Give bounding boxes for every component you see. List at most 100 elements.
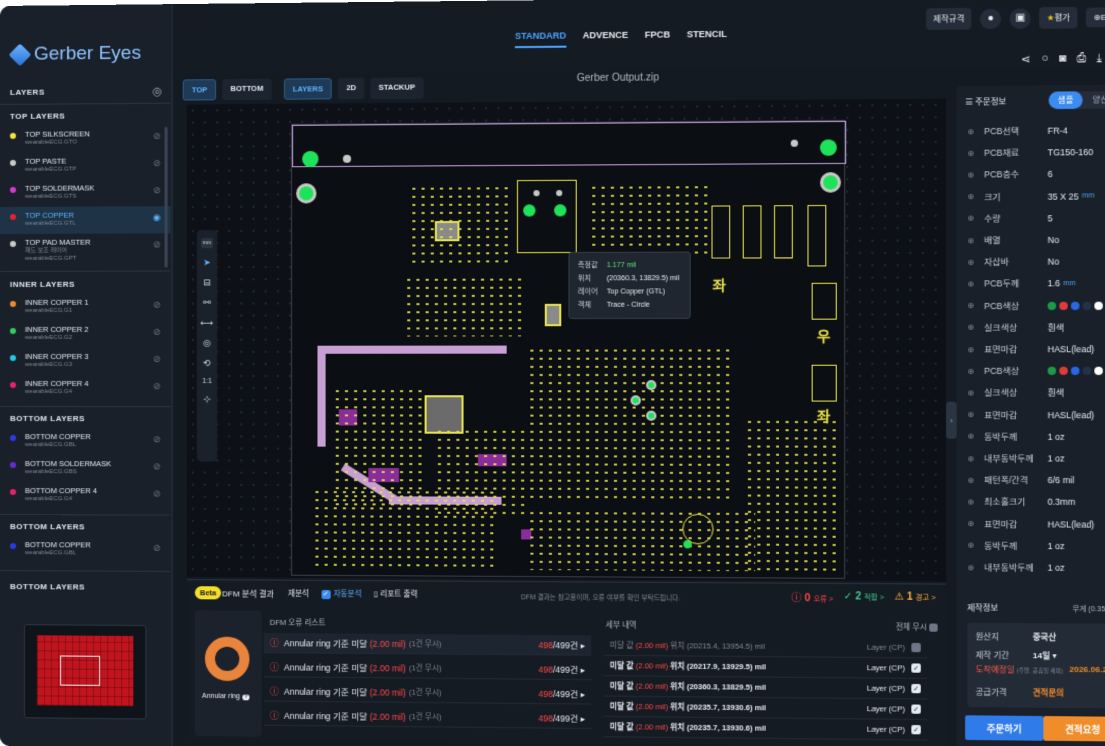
color-swatch[interactable]	[1070, 366, 1080, 376]
comment-icon[interactable]: ○	[1041, 52, 1048, 65]
collapse-panel-handle[interactable]: ›	[946, 401, 957, 439]
reanalyze-button[interactable]: 재분석	[288, 588, 309, 599]
order-property[interactable]: ⊕ 표면마감 HASL(lead)	[967, 404, 1105, 425]
color-swatch[interactable]	[1082, 301, 1092, 310]
view-top-button[interactable]: TOP	[182, 79, 217, 101]
view-2d-button[interactable]: 2D	[338, 77, 365, 100]
layer-item[interactable]: BOTTOM COPPER wearableECG.GBL ⊘	[0, 428, 171, 455]
layer-item[interactable]: INNER COPPER 4 wearableECG.G4 ⊘	[0, 375, 171, 402]
layer-item[interactable]: INNER COPPER 2 wearableECG.G2 ⊘	[0, 321, 171, 348]
color-swatch[interactable]	[1059, 366, 1068, 376]
visibility-eye-icon[interactable]: ⊘	[153, 354, 161, 365]
pcb-board[interactable]: 좌 우 좌	[291, 119, 847, 579]
pcb-canvas[interactable]: 좌 우 좌 측정값 1.177 mil 위치 (20360.3, 13829.5) …	[186, 98, 947, 582]
layers-button[interactable]: LAYERS	[283, 78, 333, 100]
ratio-button[interactable]: 1:1	[202, 378, 212, 385]
pointer-icon[interactable]: ➤	[203, 257, 211, 268]
visibility-eye-icon[interactable]: ⊘	[153, 381, 161, 392]
sidebar-scrollbar[interactable]	[164, 126, 168, 268]
unit-toggle[interactable]: mm	[200, 238, 214, 249]
visibility-eye-icon[interactable]: ⊘	[153, 543, 161, 554]
tab-fpcb[interactable]: FPCB	[645, 29, 670, 47]
center-icon[interactable]: ⊹	[203, 394, 211, 405]
stackup-button[interactable]: STACKUP	[370, 77, 424, 100]
layer-item[interactable]: TOP SOLDERMASK wearableECG.GTS ⊘	[0, 179, 171, 207]
rotate-icon[interactable]: ⟲	[203, 358, 211, 369]
order-property[interactable]: ⊕ 내부동박두께 1 oz	[967, 448, 1105, 469]
color-swatch[interactable]	[1059, 301, 1068, 310]
order-property[interactable]: ⊕ 자삽바 No	[967, 251, 1105, 272]
spec-button[interactable]: 제작규격	[925, 7, 972, 30]
detail-row[interactable]: 미달 값 (2.00 mil) 위치 (20215.4, 13954.5) mi…	[603, 635, 928, 659]
sample-option[interactable]: 샘플	[1048, 91, 1083, 110]
chat-icon[interactable]: ●	[980, 8, 1002, 29]
order-property[interactable]: ⊕ 동박두께 1 oz	[967, 426, 1105, 447]
download-icon[interactable]: ⤓	[1097, 52, 1102, 65]
order-button[interactable]: 주문하기	[965, 715, 1044, 741]
order-property[interactable]: ⊕ 크기 35 X 25 mm	[967, 186, 1105, 207]
tab-stencil[interactable]: STENCIL	[687, 29, 727, 47]
view-bottom-button[interactable]: BOTTOM	[222, 78, 272, 101]
warning-count[interactable]: ⚠ 1 경고 >	[894, 591, 935, 603]
order-property[interactable]: ⊕ PCB색상	[967, 361, 1105, 382]
visibility-eye-icon[interactable]: ⊘	[153, 488, 161, 499]
color-swatch[interactable]	[1070, 301, 1080, 310]
message-icon[interactable]: ▣	[1009, 7, 1031, 29]
order-property[interactable]: ⊕ 수량 5	[967, 207, 1105, 228]
print-icon[interactable]: ⎙	[1077, 52, 1086, 65]
auto-analyze-toggle[interactable]: ✓ 자동분석	[321, 588, 362, 599]
visibility-eye-icon[interactable]: ⊘	[153, 461, 161, 472]
layer-item[interactable]: TOP PASTE wearableECG.GTP ⊘	[0, 152, 171, 180]
order-property[interactable]: ⊕ 표면마감 HASL(lead)	[967, 339, 1105, 360]
color-swatch[interactable]	[1094, 366, 1103, 376]
report-button[interactable]: ▯ 리포트 출력	[374, 588, 418, 599]
app-logo[interactable]: Gerber Eyes	[8, 43, 141, 67]
measure-icon[interactable]: ⊟	[203, 277, 211, 288]
target-icon[interactable]: ◎	[203, 338, 211, 349]
ignore-checkbox[interactable]	[911, 642, 921, 653]
order-property[interactable]: ⊕ 표면마감 HASL(lead)	[967, 513, 1105, 534]
layer-item[interactable]: TOP PAD MASTER 패드 보조 레이어 wearableECG.GPT …	[0, 233, 171, 262]
pass-count[interactable]: ✓ 2 적합 >	[844, 591, 884, 603]
layer-item[interactable]: TOP COPPER wearableECG.GTL ◉	[0, 206, 171, 234]
camera-icon[interactable]: ◙	[1059, 52, 1066, 65]
visibility-eye-icon[interactable]: ⊘	[153, 158, 161, 169]
board-minimap[interactable]	[23, 624, 147, 720]
visibility-eye-icon[interactable]: ⊘	[153, 434, 161, 445]
visibility-eye-icon[interactable]: ⊘	[153, 131, 161, 142]
dfm-error-row[interactable]: ⓘ Annular ring 기준 미달 (2.00 mil) (1건 무시) …	[263, 681, 592, 705]
detail-row[interactable]: 미달 값 (2.00 mil) 위치 (20235.7, 13930.6) mi…	[603, 716, 928, 741]
tab-advence[interactable]: ADVENCE	[583, 30, 629, 48]
order-property[interactable]: ⊕ 최소홀크기 0.3mm	[967, 492, 1105, 513]
order-property[interactable]: ⊕ PCB층수 6	[967, 164, 1105, 186]
visibility-eye-icon[interactable]: ◉	[153, 212, 161, 223]
link-icon[interactable]: ⚯	[203, 298, 211, 309]
layer-item[interactable]: BOTTOM COPPER wearableECG.GBL ⊘	[0, 536, 171, 564]
color-swatch[interactable]	[1047, 301, 1057, 310]
share-icon[interactable]: ⋖	[1021, 53, 1031, 66]
ignore-all-toggle[interactable]: 전체 무시	[896, 621, 938, 633]
order-property[interactable]: ⊕ PCB선택 FR-4	[967, 120, 1105, 142]
quote-button[interactable]: 견적요청	[1043, 716, 1105, 742]
order-property[interactable]: ⊕ 동박두께 1 oz	[967, 535, 1105, 556]
layer-item[interactable]: BOTTOM COPPER 4 wearableECG.G4 ⊘	[0, 482, 171, 510]
period-select[interactable]: 14일 ▾	[1033, 650, 1057, 662]
hide-all-eye-icon[interactable]: ◎	[152, 85, 162, 98]
visibility-eye-icon[interactable]: ⊘	[153, 300, 161, 311]
visibility-eye-icon[interactable]: ⊘	[153, 185, 161, 196]
detail-row[interactable]: 미달 값 (2.00 mil) 위치 (20217.9, 13929.5) mi…	[603, 655, 928, 679]
error-count[interactable]: ⓘ 0 오류 >	[791, 589, 833, 605]
tab-standard[interactable]: STANDARD	[514, 30, 567, 49]
layer-item[interactable]: INNER COPPER 1 wearableECG.G1 ⊘	[0, 294, 171, 321]
ignore-checkbox[interactable]: ✓	[911, 683, 921, 694]
color-swatch[interactable]	[1082, 366, 1092, 376]
color-swatch[interactable]	[1047, 366, 1057, 376]
annular-ring-card[interactable]: Annular ring ?	[194, 610, 262, 737]
language-button[interactable]: ⊕EN	[1086, 7, 1105, 28]
mass-option[interactable]: 양산	[1083, 91, 1105, 109]
rating-button[interactable]: ★평가	[1039, 6, 1078, 29]
layer-item[interactable]: INNER COPPER 3 wearableECG.G3 ⊘	[0, 348, 171, 375]
order-property[interactable]: ⊕ 배열 No	[967, 229, 1105, 250]
minimap-viewport[interactable]	[60, 655, 101, 686]
visibility-eye-icon[interactable]: ⊘	[153, 327, 161, 338]
